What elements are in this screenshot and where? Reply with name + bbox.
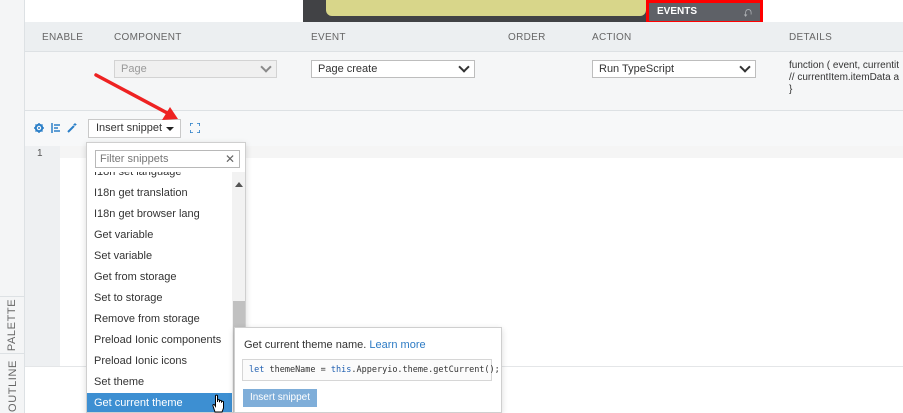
tab-outline-label: OUTLINE — [6, 360, 19, 412]
action-details: function ( event, currentit // currentIt… — [789, 60, 900, 95]
snippet-item[interactable]: I18n get translation — [87, 183, 237, 204]
code-this: this — [330, 365, 352, 375]
snippet-item[interactable]: Remove from storage — [87, 309, 237, 330]
caret-down-icon — [166, 127, 174, 131]
event-select[interactable]: Page create — [311, 60, 475, 78]
events-label: EVENTS — [657, 6, 698, 17]
line-number: 1 — [37, 148, 43, 159]
wand-icon[interactable] — [67, 123, 77, 133]
snippet-code-preview: let themeName = this.Apperyio.theme.getC… — [242, 359, 500, 381]
snippet-item[interactable]: Set to storage — [87, 288, 237, 309]
chevron-down-icon — [458, 61, 470, 73]
code-variable: themeName = — [264, 365, 331, 375]
hand-cursor-icon — [212, 394, 224, 413]
header-action: ACTION — [592, 32, 632, 43]
snippet-description-text: Get current theme name. — [244, 339, 367, 351]
snippet-item[interactable]: Get variable — [87, 225, 237, 246]
snippet-item[interactable]: I18n get browser lang — [87, 204, 237, 225]
header-enable: ENABLE — [42, 32, 84, 43]
snippet-description: Get current theme name. Learn more — [244, 339, 426, 351]
events-table-header: ENABLE COMPONENT EVENT ORDER ACTION DETA… — [25, 22, 903, 52]
snippet-menu: Filter snippets ✕ I18n set language I18n… — [86, 142, 246, 413]
snippet-item[interactable]: Set variable — [87, 246, 237, 267]
expand-icon[interactable] — [190, 123, 200, 133]
insert-snippet-label: Insert snippet — [96, 122, 163, 134]
events-panel-toggle[interactable]: EVENTS ⮏ — [646, 0, 763, 24]
scroll-up-arrow-icon[interactable] — [235, 182, 243, 187]
header-order: ORDER — [508, 32, 546, 43]
events-table-row: Page Page create Run TypeScript function… — [25, 52, 903, 111]
header-event: EVENT — [311, 32, 346, 43]
learn-more-link[interactable]: Learn more — [369, 339, 425, 351]
snippet-item[interactable]: Preload Ionic components — [87, 330, 237, 351]
code-call: .Apperyio.theme.getCurrent(); — [351, 365, 500, 375]
line-gutter: 1 — [25, 146, 60, 366]
action-select[interactable]: Run TypeScript — [592, 60, 756, 78]
header-component: COMPONENT — [114, 32, 182, 43]
snippet-item[interactable]: Get from storage — [87, 267, 237, 288]
tab-palette-label: PALETTE — [6, 298, 19, 352]
clear-icon[interactable]: ✕ — [225, 152, 235, 166]
snippet-filter-placeholder: Filter snippets — [100, 153, 169, 165]
app-root: PALETTE OUTLINE EVENTS ⮏ ENABLE COMPONEN… — [0, 0, 903, 413]
event-value: Page create — [318, 63, 378, 75]
snippet-item[interactable]: Preload Ionic icons — [87, 351, 237, 372]
chevron-down-icon — [260, 61, 272, 73]
header-details: DETAILS — [789, 32, 833, 43]
snippet-item[interactable]: Set theme — [87, 372, 237, 393]
align-icon[interactable] — [50, 123, 60, 133]
snippet-item[interactable]: I18n set language — [87, 172, 237, 183]
tab-palette[interactable]: PALETTE — [0, 296, 25, 354]
code-keyword: let — [249, 365, 265, 375]
device-screen — [326, 0, 646, 16]
tab-outline[interactable]: OUTLINE — [0, 356, 25, 413]
snippet-tooltip: Get current theme name. Learn more let t… — [234, 327, 502, 413]
snippet-filter-input[interactable]: Filter snippets ✕ — [95, 150, 240, 168]
gear-icon[interactable] — [34, 123, 44, 133]
tooltip-insert-snippet-button[interactable]: Insert snippet — [243, 389, 317, 407]
component-select: Page — [114, 60, 277, 78]
editor-toolbar: Insert snippet — [25, 111, 903, 146]
snippet-list: I18n set language I18n get translation I… — [87, 172, 237, 412]
action-value: Run TypeScript — [599, 63, 675, 75]
insert-snippet-dropdown[interactable]: Insert snippet — [88, 119, 181, 138]
side-tab-bar: PALETTE OUTLINE — [0, 0, 25, 413]
component-value: Page — [121, 63, 147, 75]
chevron-down-icon — [739, 61, 751, 73]
